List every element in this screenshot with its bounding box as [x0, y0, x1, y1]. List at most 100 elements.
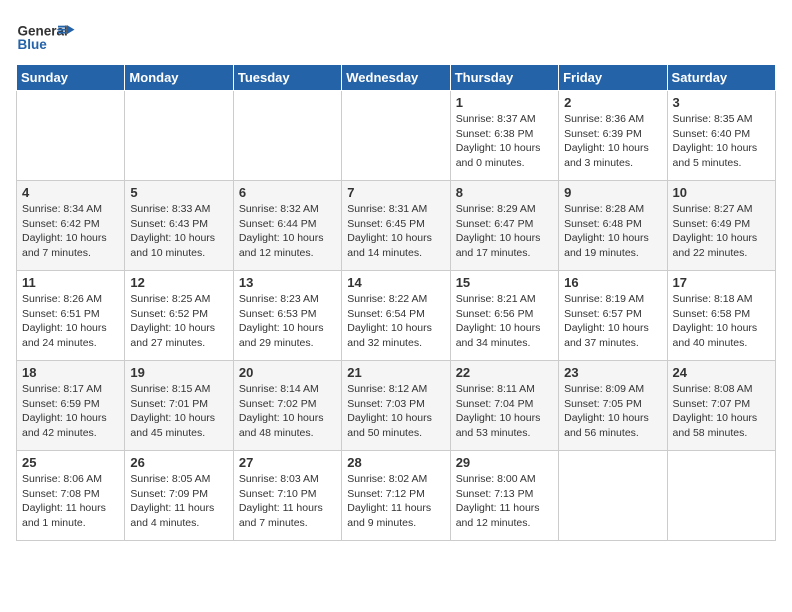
- day-number: 26: [130, 455, 227, 470]
- day-info: Sunrise: 8:15 AM Sunset: 7:01 PM Dayligh…: [130, 382, 227, 441]
- page-header: General Blue: [16, 16, 776, 56]
- day-info: Sunrise: 8:28 AM Sunset: 6:48 PM Dayligh…: [564, 202, 661, 261]
- day-number: 17: [673, 275, 770, 290]
- day-number: 14: [347, 275, 444, 290]
- calendar-cell: 16 Sunrise: 8:19 AM Sunset: 6:57 PM Dayli…: [559, 271, 667, 361]
- calendar-cell: [233, 91, 341, 181]
- calendar-cell: 29Sunrise: 8:00 AM Sunset: 7:13 PM Dayli…: [450, 451, 558, 541]
- calendar-week-2: 4 Sunrise: 8:34 AM Sunset: 6:42 PM Daylig…: [17, 181, 776, 271]
- day-info: Sunrise: 8:06 AM Sunset: 7:08 PM Dayligh…: [22, 472, 119, 531]
- day-number: 13: [239, 275, 336, 290]
- calendar-cell: 27 Sunrise: 8:03 AM Sunset: 7:10 PM Dayli…: [233, 451, 341, 541]
- day-number: 9: [564, 185, 661, 200]
- day-number: 27: [239, 455, 336, 470]
- day-number: 5: [130, 185, 227, 200]
- day-info: Sunrise: 8:31 AM Sunset: 6:45 PM Dayligh…: [347, 202, 444, 261]
- day-info: Sunrise: 8:33 AM Sunset: 6:43 PM Dayligh…: [130, 202, 227, 261]
- day-number: 22: [456, 365, 553, 380]
- weekday-header-friday: Friday: [559, 65, 667, 91]
- day-info: Sunrise: 8:32 AM Sunset: 6:44 PM Dayligh…: [239, 202, 336, 261]
- calendar-table: SundayMondayTuesdayWednesdayThursdayFrid…: [16, 64, 776, 541]
- calendar-cell: 28 Sunrise: 8:02 AM Sunset: 7:12 PM Dayli…: [342, 451, 450, 541]
- day-info: Sunrise: 8:25 AM Sunset: 6:52 PM Dayligh…: [130, 292, 227, 351]
- calendar-cell: 8 Sunrise: 8:29 AM Sunset: 6:47 PM Daylig…: [450, 181, 558, 271]
- day-info: Sunrise: 8:21 AM Sunset: 6:56 PM Dayligh…: [456, 292, 553, 351]
- calendar-cell: 7 Sunrise: 8:31 AM Sunset: 6:45 PM Daylig…: [342, 181, 450, 271]
- day-number: 24: [673, 365, 770, 380]
- calendar-cell: 2 Sunrise: 8:36 AM Sunset: 6:39 PM Daylig…: [559, 91, 667, 181]
- calendar-cell: 21Sunrise: 8:12 AM Sunset: 7:03 PM Dayli…: [342, 361, 450, 451]
- day-info: Sunrise: 8:29 AM Sunset: 6:47 PM Dayligh…: [456, 202, 553, 261]
- day-number: 28: [347, 455, 444, 470]
- day-info: Sunrise: 8:22 AM Sunset: 6:54 PM Dayligh…: [347, 292, 444, 351]
- day-info: Sunrise: 8:19 AM Sunset: 6:57 PM Dayligh…: [564, 292, 661, 351]
- day-number: 7: [347, 185, 444, 200]
- day-number: 11: [22, 275, 119, 290]
- day-number: 29: [456, 455, 553, 470]
- weekday-header-tuesday: Tuesday: [233, 65, 341, 91]
- calendar-cell: 15Sunrise: 8:21 AM Sunset: 6:56 PM Dayli…: [450, 271, 558, 361]
- calendar-cell: 26 Sunrise: 8:05 AM Sunset: 7:09 PM Dayli…: [125, 451, 233, 541]
- logo-image: General Blue: [16, 16, 76, 56]
- day-number: 3: [673, 95, 770, 110]
- day-info: Sunrise: 8:36 AM Sunset: 6:39 PM Dayligh…: [564, 112, 661, 171]
- calendar-cell: 14 Sunrise: 8:22 AM Sunset: 6:54 PM Dayli…: [342, 271, 450, 361]
- calendar-cell: [17, 91, 125, 181]
- day-number: 19: [130, 365, 227, 380]
- calendar-cell: 20 Sunrise: 8:14 AM Sunset: 7:02 PM Dayli…: [233, 361, 341, 451]
- day-number: 23: [564, 365, 661, 380]
- calendar-cell: 6 Sunrise: 8:32 AM Sunset: 6:44 PM Daylig…: [233, 181, 341, 271]
- calendar-cell: 3 Sunrise: 8:35 AM Sunset: 6:40 PM Daylig…: [667, 91, 775, 181]
- calendar-cell: 11 Sunrise: 8:26 AM Sunset: 6:51 PM Dayli…: [17, 271, 125, 361]
- calendar-cell: [125, 91, 233, 181]
- day-info: Sunrise: 8:23 AM Sunset: 6:53 PM Dayligh…: [239, 292, 336, 351]
- day-info: Sunrise: 8:09 AM Sunset: 7:05 PM Dayligh…: [564, 382, 661, 441]
- day-number: 16: [564, 275, 661, 290]
- day-info: Sunrise: 8:35 AM Sunset: 6:40 PM Dayligh…: [673, 112, 770, 171]
- calendar-cell: 10Sunrise: 8:27 AM Sunset: 6:49 PM Dayli…: [667, 181, 775, 271]
- day-number: 12: [130, 275, 227, 290]
- day-info: Sunrise: 8:12 AM Sunset: 7:03 PM Dayligh…: [347, 382, 444, 441]
- calendar-cell: 19 Sunrise: 8:15 AM Sunset: 7:01 PM Dayli…: [125, 361, 233, 451]
- day-number: 18: [22, 365, 119, 380]
- calendar-cell: 4 Sunrise: 8:34 AM Sunset: 6:42 PM Daylig…: [17, 181, 125, 271]
- calendar-cell: 1Sunrise: 8:37 AM Sunset: 6:38 PM Daylig…: [450, 91, 558, 181]
- day-number: 25: [22, 455, 119, 470]
- day-info: Sunrise: 8:05 AM Sunset: 7:09 PM Dayligh…: [130, 472, 227, 531]
- day-info: Sunrise: 8:03 AM Sunset: 7:10 PM Dayligh…: [239, 472, 336, 531]
- day-info: Sunrise: 8:08 AM Sunset: 7:07 PM Dayligh…: [673, 382, 770, 441]
- weekday-header-thursday: Thursday: [450, 65, 558, 91]
- calendar-cell: 23 Sunrise: 8:09 AM Sunset: 7:05 PM Dayli…: [559, 361, 667, 451]
- weekday-header-saturday: Saturday: [667, 65, 775, 91]
- calendar-cell: 13 Sunrise: 8:23 AM Sunset: 6:53 PM Dayli…: [233, 271, 341, 361]
- day-info: Sunrise: 8:14 AM Sunset: 7:02 PM Dayligh…: [239, 382, 336, 441]
- calendar-cell: 17 Sunrise: 8:18 AM Sunset: 6:58 PM Dayli…: [667, 271, 775, 361]
- calendar-header-row: SundayMondayTuesdayWednesdayThursdayFrid…: [17, 65, 776, 91]
- day-info: Sunrise: 8:17 AM Sunset: 6:59 PM Dayligh…: [22, 382, 119, 441]
- calendar-week-4: 18 Sunrise: 8:17 AM Sunset: 6:59 PM Dayli…: [17, 361, 776, 451]
- calendar-week-1: 1Sunrise: 8:37 AM Sunset: 6:38 PM Daylig…: [17, 91, 776, 181]
- day-info: Sunrise: 8:34 AM Sunset: 6:42 PM Dayligh…: [22, 202, 119, 261]
- calendar-cell: [559, 451, 667, 541]
- day-number: 4: [22, 185, 119, 200]
- day-info: Sunrise: 8:11 AM Sunset: 7:04 PM Dayligh…: [456, 382, 553, 441]
- day-number: 6: [239, 185, 336, 200]
- day-info: Sunrise: 8:02 AM Sunset: 7:12 PM Dayligh…: [347, 472, 444, 531]
- calendar-week-5: 25 Sunrise: 8:06 AM Sunset: 7:08 PM Dayli…: [17, 451, 776, 541]
- calendar-cell: 22 Sunrise: 8:11 AM Sunset: 7:04 PM Dayli…: [450, 361, 558, 451]
- day-number: 8: [456, 185, 553, 200]
- logo: General Blue: [16, 16, 76, 56]
- calendar-cell: [667, 451, 775, 541]
- day-number: 20: [239, 365, 336, 380]
- weekday-header-sunday: Sunday: [17, 65, 125, 91]
- day-number: 2: [564, 95, 661, 110]
- day-info: Sunrise: 8:26 AM Sunset: 6:51 PM Dayligh…: [22, 292, 119, 351]
- day-number: 10: [673, 185, 770, 200]
- calendar-week-3: 11 Sunrise: 8:26 AM Sunset: 6:51 PM Dayli…: [17, 271, 776, 361]
- calendar-cell: 9 Sunrise: 8:28 AM Sunset: 6:48 PM Daylig…: [559, 181, 667, 271]
- day-info: Sunrise: 8:18 AM Sunset: 6:58 PM Dayligh…: [673, 292, 770, 351]
- calendar-cell: 24 Sunrise: 8:08 AM Sunset: 7:07 PM Dayli…: [667, 361, 775, 451]
- weekday-header-wednesday: Wednesday: [342, 65, 450, 91]
- calendar-cell: 25 Sunrise: 8:06 AM Sunset: 7:08 PM Dayli…: [17, 451, 125, 541]
- calendar-cell: 5 Sunrise: 8:33 AM Sunset: 6:43 PM Daylig…: [125, 181, 233, 271]
